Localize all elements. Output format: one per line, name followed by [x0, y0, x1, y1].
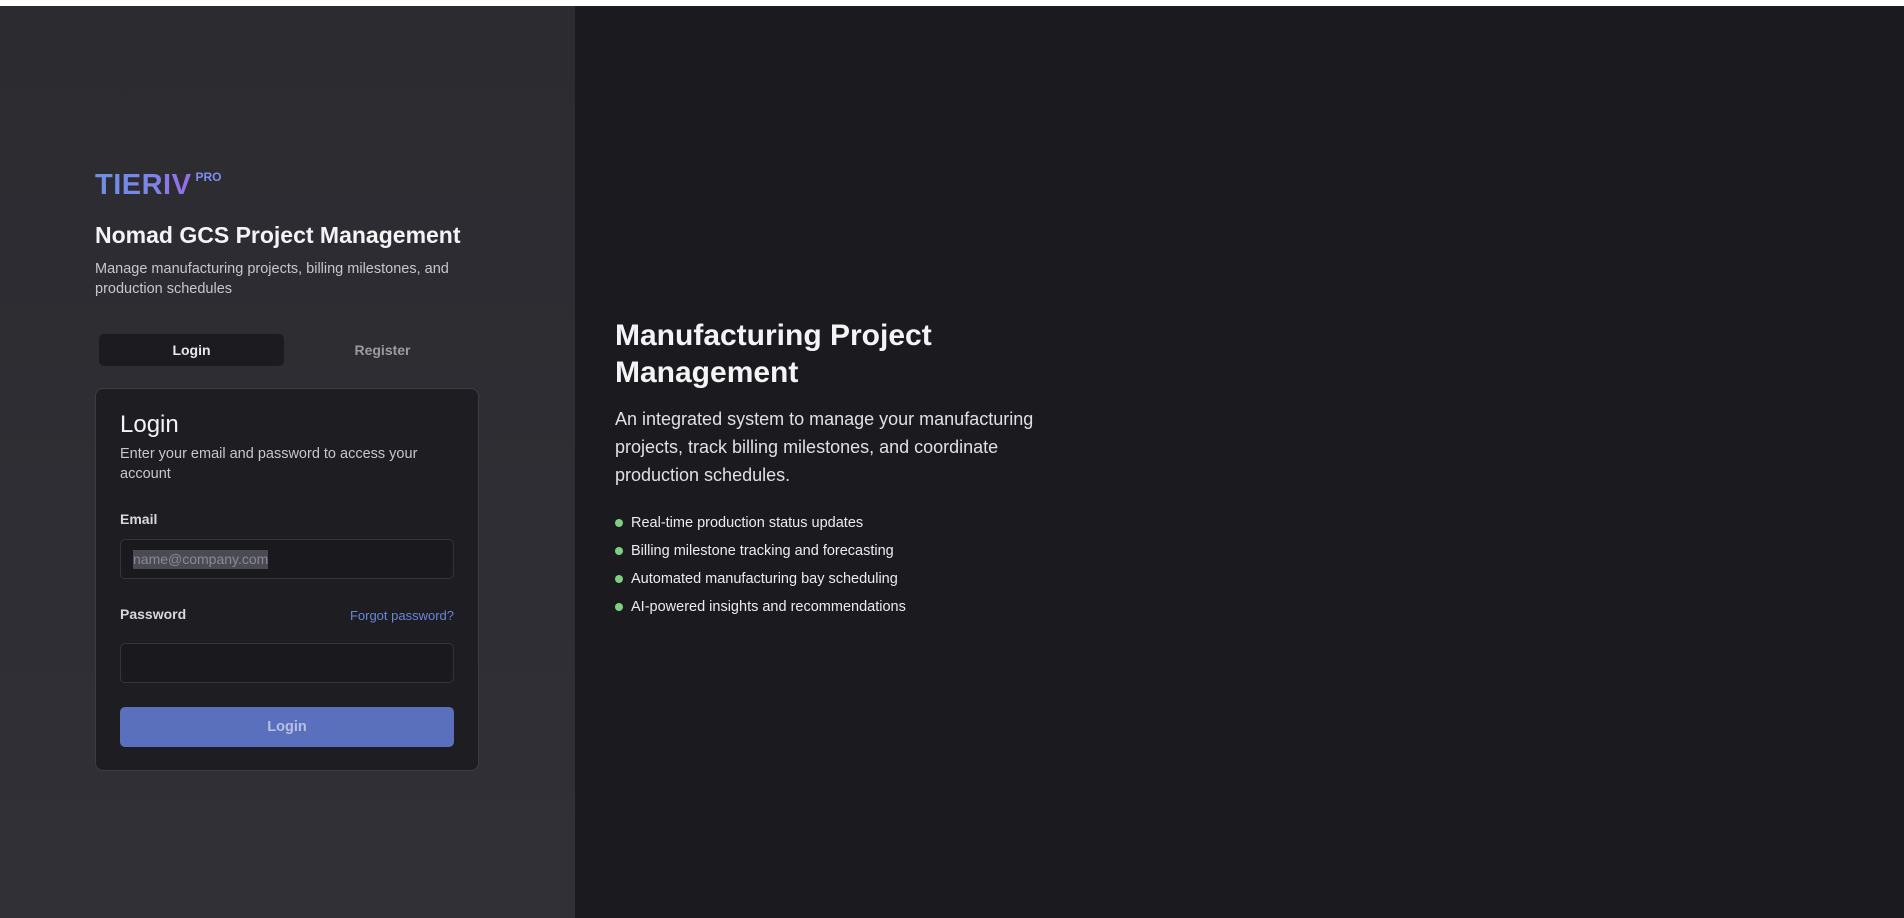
list-item: Automated manufacturing bay scheduling	[615, 565, 1055, 593]
info-panel: Manufacturing Project Management An inte…	[575, 6, 1904, 918]
feature-label: AI-powered insights and recommendations	[631, 599, 906, 615]
login-card-description: Enter your email and password to access …	[120, 446, 418, 482]
feature-label: Real-time production status updates	[631, 515, 864, 531]
brand-logo: TIERIV PRO	[95, 168, 221, 202]
brand-badge: PRO	[195, 170, 222, 184]
email-field[interactable]	[120, 539, 454, 579]
password-field[interactable]	[120, 643, 454, 683]
dot-icon	[615, 603, 623, 611]
brand-name: TIERIV	[95, 169, 192, 201]
list-item: Billing milestone tracking and forecasti…	[615, 537, 1055, 565]
hero-text: An integrated system to manage your manu…	[615, 409, 1034, 485]
dot-icon	[615, 575, 623, 583]
hero-section: Manufacturing Project Management An inte…	[615, 317, 1055, 637]
login-card-title: Login	[120, 411, 179, 438]
list-item: AI-powered insights and recommendations	[615, 593, 1055, 621]
feature-list: Real-time production status updates Bill…	[615, 509, 1055, 621]
dot-icon	[615, 547, 623, 555]
login-button[interactable]: Login	[120, 707, 454, 747]
list-item: Real-time production status updates	[615, 509, 1055, 537]
page-subtitle: Manage manufacturing projects, billing m…	[95, 261, 449, 297]
auth-panel: TIERIV PRO Nomad GCS Project Management …	[0, 6, 575, 918]
forgot-password-link[interactable]: Forgot password?	[350, 608, 454, 623]
feature-label: Automated manufacturing bay scheduling	[631, 571, 898, 587]
email-label: Email	[120, 511, 158, 527]
password-label: Password	[120, 606, 187, 622]
hero-title: Manufacturing Project Management	[615, 319, 932, 389]
app-root: TIERIV PRO Nomad GCS Project Management …	[0, 6, 1904, 918]
tab-login[interactable]: Login	[99, 334, 284, 366]
tab-register[interactable]: Register	[290, 334, 475, 366]
feature-label: Billing milestone tracking and forecasti…	[631, 543, 894, 559]
login-card: Login Enter your email and password to a…	[95, 388, 479, 771]
page-title: Nomad GCS Project Management	[95, 222, 461, 248]
auth-tabs: Login Register	[95, 330, 479, 370]
dot-icon	[615, 519, 623, 527]
